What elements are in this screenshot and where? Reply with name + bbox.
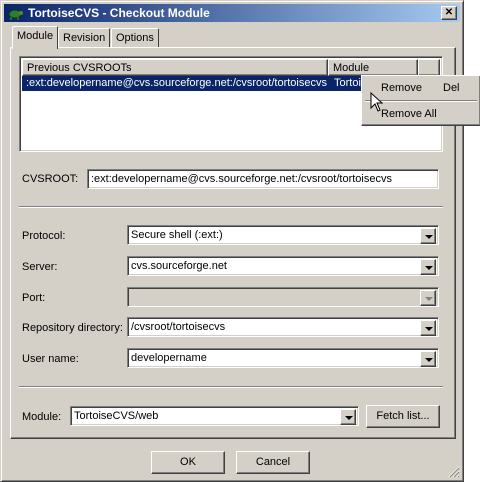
chevron-down-icon[interactable]	[420, 351, 436, 367]
repository-label: Repository directory:	[22, 322, 123, 334]
resize-grip-icon[interactable]	[448, 466, 460, 478]
cancel-label: Cancel	[255, 456, 291, 468]
chevron-down-icon[interactable]	[340, 409, 356, 425]
menu-item-remove-all-label: Remove All	[381, 108, 437, 120]
fetch-list-label: Fetch list...	[376, 410, 430, 422]
server-select[interactable]: cvs.sourceforge.net	[127, 256, 439, 276]
repository-select[interactable]: /cvsroot/tortoisecvs	[127, 317, 439, 337]
server-label: Server:	[22, 261, 58, 273]
protocol-value: Secure shell (:ext:)	[131, 229, 223, 241]
username-value: developername	[131, 352, 207, 364]
cvsroot-label: CVSROOT:	[22, 173, 79, 185]
cvsroot-field[interactable]: :ext:developername@cvs.sourceforge.net:/…	[87, 169, 439, 189]
menu-item-remove-shortcut: Del	[443, 82, 460, 94]
module-value: TortoiseCVS/web	[74, 410, 159, 422]
chevron-down-icon[interactable]	[420, 228, 436, 244]
ok-button[interactable]: OK	[151, 451, 225, 474]
title-bar[interactable]: TortoiseCVS - Checkout Module ✕	[4, 4, 460, 22]
server-value: cvs.sourceforge.net	[131, 260, 227, 272]
ok-label: OK	[180, 456, 196, 468]
protocol-select[interactable]: Secure shell (:ext:)	[127, 225, 439, 245]
module-select[interactable]: TortoiseCVS/web	[70, 406, 359, 426]
list-item-cvsroot: :ext:developername@cvs.sourceforge.net:/…	[26, 77, 327, 89]
column-header-filler	[418, 59, 440, 76]
tab-module[interactable]: Module	[12, 26, 59, 49]
tab-options[interactable]: Options	[111, 28, 159, 48]
tab-options-label: Options	[116, 32, 154, 44]
separator	[19, 386, 443, 388]
close-button[interactable]: ✕	[441, 6, 457, 20]
protocol-label: Protocol:	[22, 230, 66, 242]
separator	[19, 206, 443, 208]
close-icon: ✕	[444, 7, 454, 18]
repository-value: /cvsroot/tortoisecvs	[131, 321, 226, 333]
chevron-down-icon[interactable]	[420, 320, 436, 336]
chevron-down-icon[interactable]	[420, 259, 436, 275]
module-label: Module:	[22, 411, 62, 423]
checkout-dialog: TortoiseCVS - Checkout Module ✕ Module R…	[0, 0, 464, 482]
cvsroot-value: :ext:developername@cvs.sourceforge.net:/…	[91, 173, 392, 185]
chevron-down-icon	[420, 290, 436, 306]
column-header-cvsroots[interactable]: Previous CVSROOTs	[22, 59, 328, 76]
tab-revision-label: Revision	[63, 32, 106, 44]
tab-revision[interactable]: Revision	[58, 28, 111, 48]
fetch-list-button[interactable]: Fetch list...	[366, 405, 440, 428]
menu-item-remove-label: Remove	[381, 82, 422, 94]
tab-module-label: Module	[17, 30, 54, 42]
tortoise-icon	[8, 9, 23, 20]
username-select[interactable]: developername	[127, 348, 439, 368]
username-label: User name:	[22, 353, 79, 365]
cancel-button[interactable]: Cancel	[236, 451, 310, 474]
column-header-module[interactable]: Module	[328, 59, 418, 76]
mouse-pointer-icon	[370, 92, 384, 112]
port-label: Port:	[22, 292, 46, 304]
port-select	[127, 287, 439, 307]
window-title: TortoiseCVS - Checkout Module	[28, 6, 210, 20]
list-header: Previous CVSROOTs Module	[22, 59, 440, 76]
